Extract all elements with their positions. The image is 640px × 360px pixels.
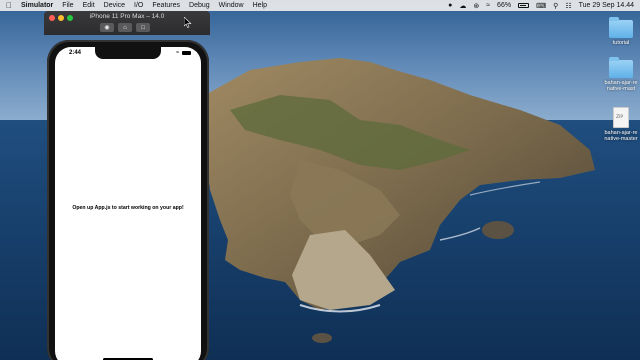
zip-file-icon (613, 107, 629, 128)
status-bar-icons: ≈ (176, 50, 191, 56)
desktop-icon-label: tutorial (612, 40, 630, 46)
menu-io[interactable]: I/O (134, 2, 143, 9)
wifi-icon[interactable]: ≈ (486, 2, 490, 9)
menu-file[interactable]: File (62, 2, 73, 9)
status-wifi-icon: ≈ (175, 50, 179, 56)
apple-menu-icon[interactable]:  (6, 1, 12, 10)
menu-features[interactable]: Features (152, 2, 180, 9)
iphone-frame: 2:44 ≈ Open up App.js to start working o… (47, 40, 209, 360)
menu-debug[interactable]: Debug (189, 2, 210, 9)
menu-bar:  Simulator File Edit Device I/O Feature… (0, 0, 640, 11)
bluetooth-icon[interactable]: ⊛ (473, 2, 479, 10)
record-icon[interactable]: ● (448, 2, 452, 9)
control-center-icon[interactable]: ☷ (565, 2, 571, 10)
mouse-cursor-icon (184, 17, 192, 28)
status-bar-time: 2:44 (69, 50, 82, 56)
app-message: Open up App.js to start working on your … (72, 205, 184, 211)
menubar-datetime[interactable]: Tue 29 Sep 14.44 (579, 2, 634, 9)
rotate-icon[interactable]: □ (136, 23, 150, 32)
desktop-icon-label: bahan-ajar-re native-master (604, 130, 638, 143)
menu-help[interactable]: Help (253, 2, 267, 9)
menu-window[interactable]: Window (219, 2, 244, 9)
battery-percent[interactable]: 66% (497, 2, 511, 9)
simulator-toolbar: ◉ ⌂ □ (100, 23, 150, 32)
desktop-folder-tutorial[interactable]: tutorial (598, 17, 640, 46)
home-icon[interactable]: ⌂ (118, 23, 132, 32)
spotlight-icon[interactable]: ⚲ (553, 2, 558, 10)
screenshot-icon[interactable]: ◉ (100, 23, 114, 32)
desktop-folder-bahan-ajar[interactable]: bahan-ajar-re native-mast (598, 57, 640, 93)
menu-edit[interactable]: Edit (83, 2, 95, 9)
menu-device[interactable]: Device (104, 2, 125, 9)
folder-icon (609, 57, 633, 78)
battery-icon[interactable] (518, 3, 530, 8)
iphone-screen[interactable]: 2:44 ≈ Open up App.js to start working o… (55, 47, 201, 360)
menu-app-name[interactable]: Simulator (21, 2, 53, 9)
desktop-icon-label: bahan-ajar-re native-mast (604, 80, 638, 93)
folder-icon (609, 17, 633, 38)
keyboard-icon[interactable]: ⌨ (536, 2, 546, 10)
status-battery-icon (182, 51, 191, 55)
menubar-status-area: ● ☁ ⊛ ≈ 66% ⌨ ⚲ ☷ Tue 29 Sep 14.44 (448, 2, 634, 10)
iphone-notch (95, 47, 161, 59)
creative-cloud-icon[interactable]: ☁ (459, 2, 466, 10)
desktop-zip-bahan-ajar[interactable]: bahan-ajar-re native-master (598, 107, 640, 143)
